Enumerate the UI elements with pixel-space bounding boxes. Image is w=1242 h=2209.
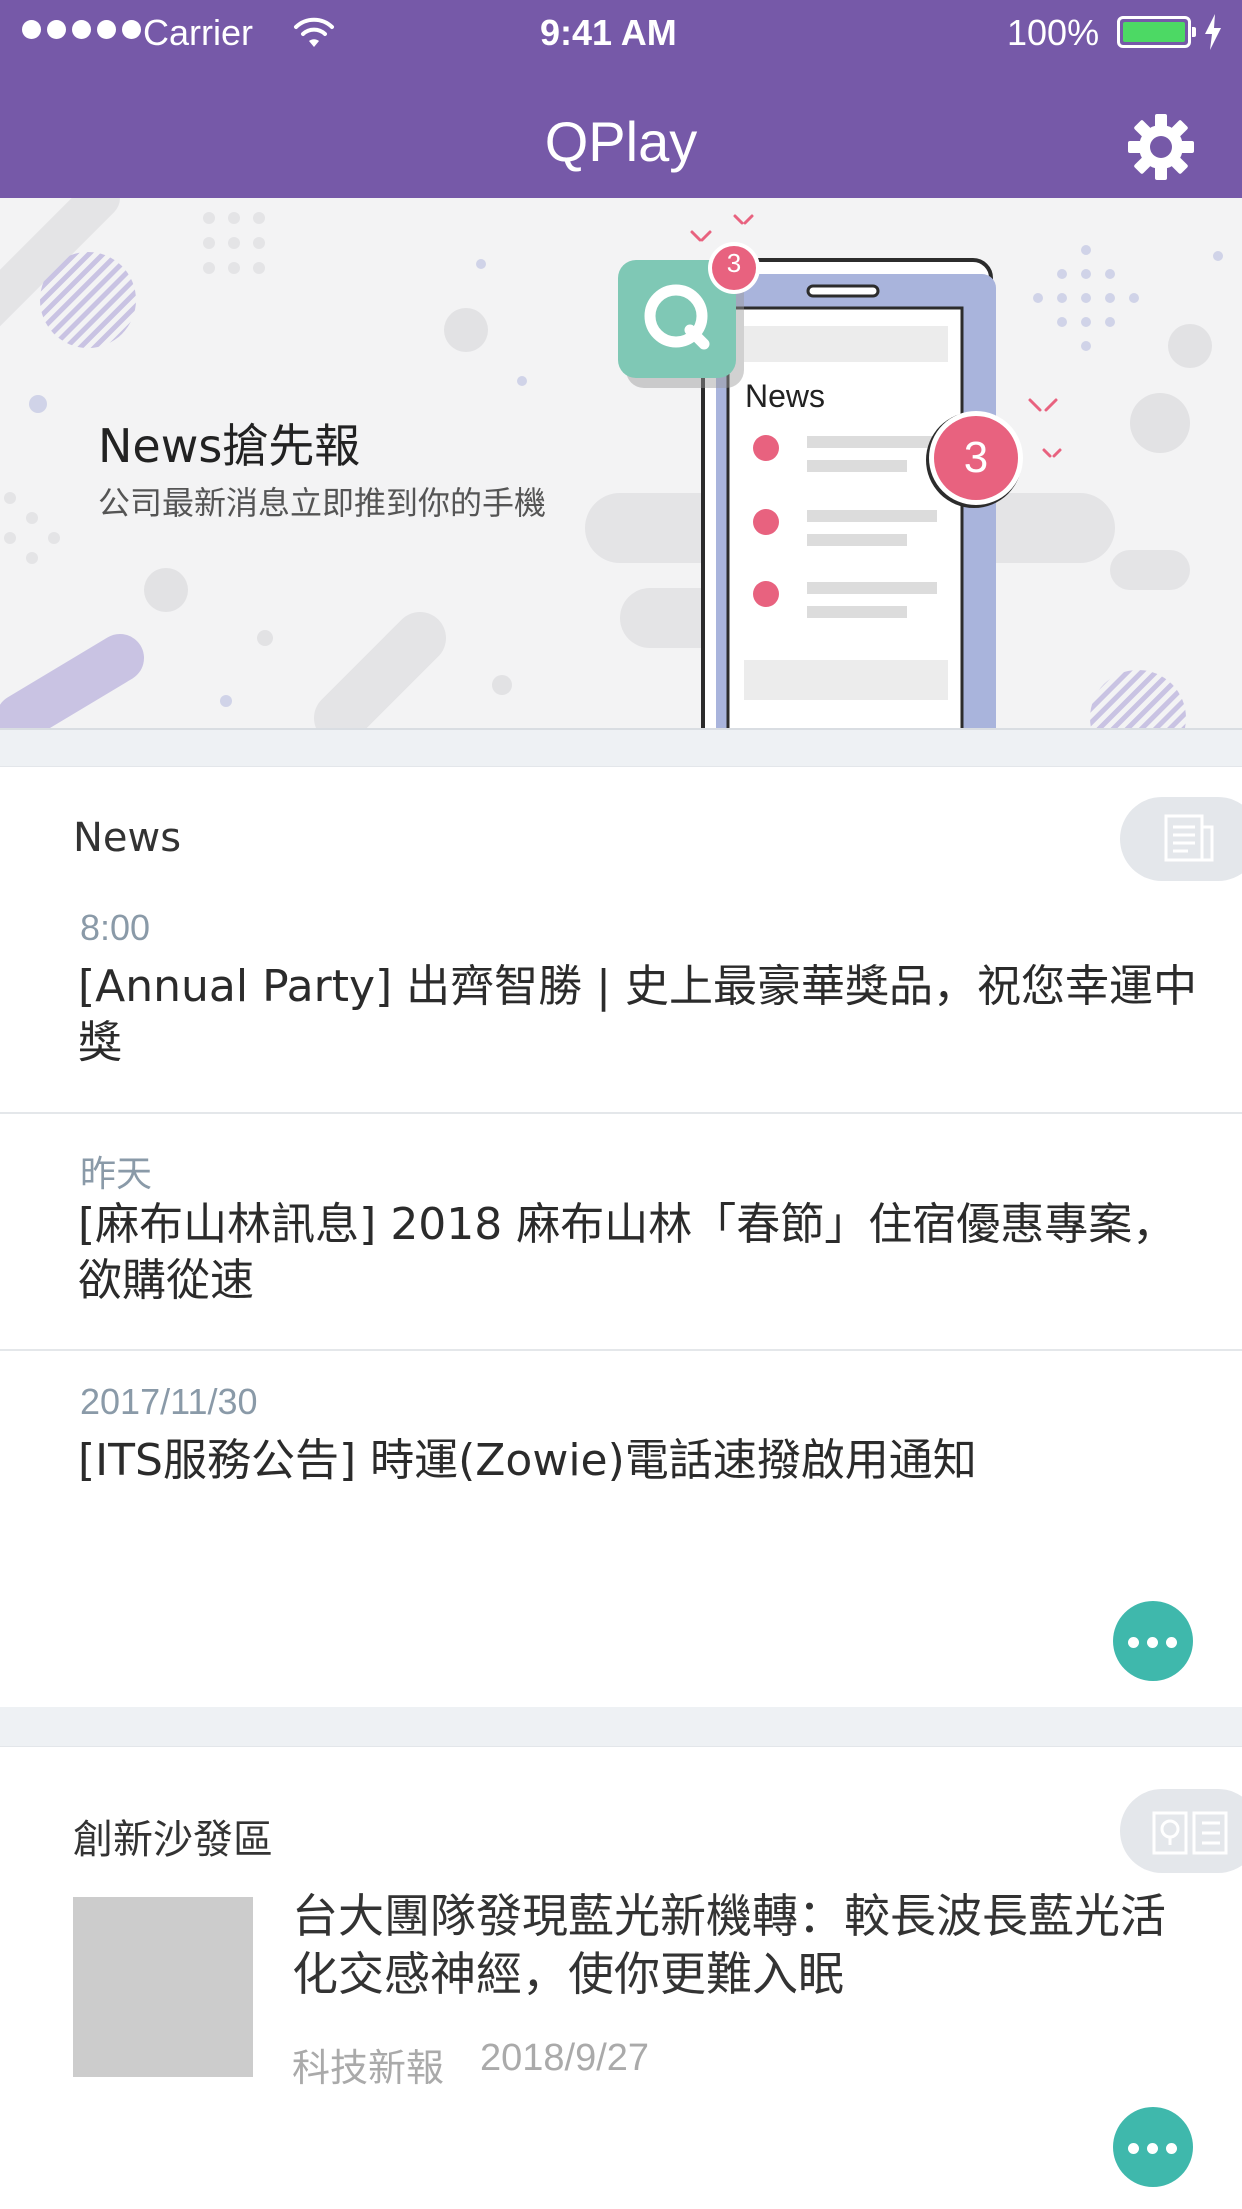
news-item[interactable]: 昨天 [麻布山林訊息] 2018 麻布山林「春節」住宿優惠專案，欲購從速 (0, 1145, 1242, 1315)
badge-count-small: 3 (726, 248, 742, 278)
battery-icon (1117, 16, 1196, 48)
promo-banner[interactable]: 3 3 News News搶先報 公司最新消息立即推到你的手機 (0, 198, 1242, 730)
carrier-label: Carrier (143, 12, 254, 53)
news-title: [ITS服務公告] 時運(Zowie)電話速撥啟用通知 (78, 1435, 977, 1486)
signal-icon (22, 20, 141, 39)
article-date: 2018/9/27 (480, 2037, 650, 2079)
phone-screen-label: News (745, 378, 826, 414)
more-dots-icon (1147, 1637, 1158, 1648)
news-tag[interactable] (1120, 797, 1242, 881)
more-dots-icon (1166, 1637, 1177, 1648)
app-header: Carrier 9:41 AM 100% QPlay (0, 0, 1242, 198)
idea-book-icon (1152, 1811, 1228, 1855)
charging-icon (1205, 14, 1221, 50)
battery-percent: 100% (1007, 12, 1100, 53)
more-dots-icon (1166, 2143, 1177, 2154)
news-section-title: News (73, 815, 182, 861)
divider (0, 1112, 1242, 1114)
more-dots-icon (1128, 2143, 1139, 2154)
divider (0, 1349, 1242, 1351)
badge-count-large: 3 (963, 433, 989, 482)
status-time: 9:41 AM (540, 12, 677, 53)
news-time: 昨天 (80, 1153, 153, 1194)
news-title: [Annual Party] 出齊智勝 | 史上最豪華獎品，祝您幸運中獎 (78, 961, 1197, 1068)
more-dots-icon (1128, 1637, 1139, 1648)
sofa-card: 創新沙發區 台大團隊發現藍光新機轉：較長波長藍光活化交感神經，使你更難入眠 科技… (0, 1746, 1242, 2209)
sofa-tag[interactable] (1120, 1789, 1242, 1873)
news-time: 2017/11/30 (80, 1381, 258, 1422)
banner-title: News搶先報 (98, 419, 361, 473)
article-title: 台大團隊發現藍光新機轉：較長波長藍光活化交感神經，使你更難入眠 (292, 1889, 1166, 2001)
news-item[interactable]: 2017/11/30 [ITS服務公告] 時運(Zowie)電話速撥啟用通知 (0, 1381, 1242, 1501)
sofa-section-title: 創新沙發區 (73, 1817, 273, 1863)
sofa-more-button[interactable] (1113, 2107, 1193, 2187)
wifi-icon (294, 17, 334, 47)
news-time: 8:00 (80, 907, 151, 948)
gear-icon[interactable] (1126, 112, 1196, 182)
news-title: [麻布山林訊息] 2018 麻布山林「春節」住宿優惠專案，欲購從速 (78, 1199, 1177, 1306)
banner-subtitle: 公司最新消息立即推到你的手機 (98, 484, 547, 522)
newspaper-icon (1164, 814, 1214, 862)
news-item[interactable]: 8:00 [Annual Party] 出齊智勝 | 史上最豪華獎品，祝您幸運中… (0, 907, 1242, 1077)
news-card: News 8:00 [Annual Party] 出齊智勝 | 史上最豪華獎品，… (0, 766, 1242, 1707)
app-title: QPlay (544, 110, 698, 173)
news-more-button[interactable] (1113, 1601, 1193, 1681)
article-thumbnail (73, 1897, 253, 2077)
more-dots-icon (1147, 2143, 1158, 2154)
article-source: 科技新報 (292, 2046, 445, 2090)
sofa-article[interactable]: 台大團隊發現藍光新機轉：較長波長藍光活化交感神經，使你更難入眠 科技新報 201… (0, 1887, 1242, 2090)
